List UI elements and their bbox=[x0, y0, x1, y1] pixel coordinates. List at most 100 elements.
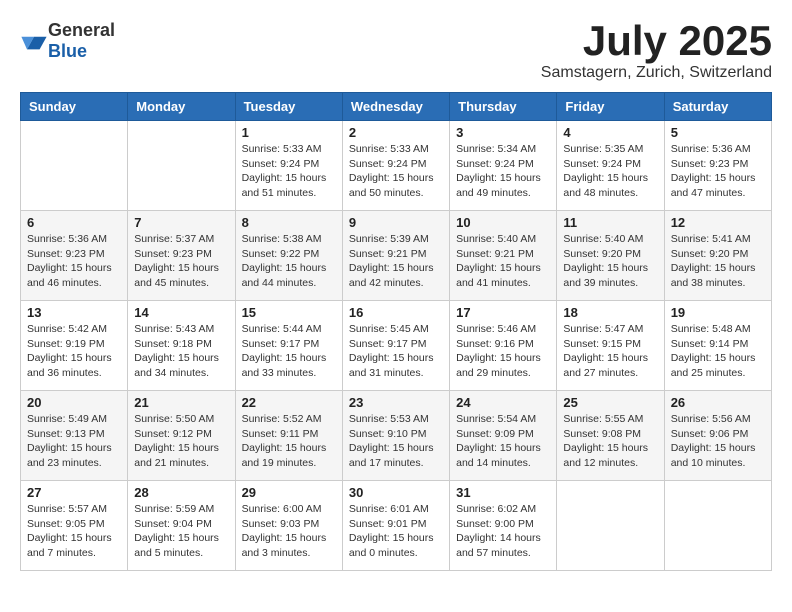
calendar-cell: 20 Sunrise: 5:49 AM Sunset: 9:13 PM Dayli… bbox=[21, 391, 128, 481]
col-tuesday: Tuesday bbox=[235, 93, 342, 121]
day-info: Sunrise: 5:40 AM Sunset: 9:21 PM Dayligh… bbox=[456, 232, 550, 291]
calendar-week-1: 1 Sunrise: 5:33 AM Sunset: 9:24 PM Daylig… bbox=[21, 121, 772, 211]
col-monday: Monday bbox=[128, 93, 235, 121]
day-info: Sunrise: 5:49 AM Sunset: 9:13 PM Dayligh… bbox=[27, 412, 121, 471]
day-info: Sunrise: 5:54 AM Sunset: 9:09 PM Dayligh… bbox=[456, 412, 550, 471]
day-info: Sunrise: 5:47 AM Sunset: 9:15 PM Dayligh… bbox=[563, 322, 657, 381]
calendar-cell: 14 Sunrise: 5:43 AM Sunset: 9:18 PM Dayli… bbox=[128, 301, 235, 391]
day-number: 17 bbox=[456, 305, 550, 320]
location-subtitle: Samstagern, Zurich, Switzerland bbox=[541, 64, 772, 82]
col-wednesday: Wednesday bbox=[342, 93, 449, 121]
day-info: Sunrise: 5:33 AM Sunset: 9:24 PM Dayligh… bbox=[349, 142, 443, 201]
calendar-cell: 9Sunrise: 5:39 AM Sunset: 9:21 PM Daylig… bbox=[342, 211, 449, 301]
day-info: Sunrise: 5:43 AM Sunset: 9:18 PM Dayligh… bbox=[134, 322, 228, 381]
day-number: 13 bbox=[27, 305, 121, 320]
day-info: Sunrise: 5:53 AM Sunset: 9:10 PM Dayligh… bbox=[349, 412, 443, 471]
day-info: Sunrise: 5:36 AM Sunset: 9:23 PM Dayligh… bbox=[27, 232, 121, 291]
day-info: Sunrise: 5:37 AM Sunset: 9:23 PM Dayligh… bbox=[134, 232, 228, 291]
calendar-cell: 10 Sunrise: 5:40 AM Sunset: 9:21 PM Dayli… bbox=[450, 211, 557, 301]
day-number: 4 bbox=[563, 125, 657, 140]
day-info: Sunrise: 5:59 AM Sunset: 9:04 PM Dayligh… bbox=[134, 502, 228, 561]
day-info: Sunrise: 5:45 AM Sunset: 9:17 PM Dayligh… bbox=[349, 322, 443, 381]
calendar-cell bbox=[128, 121, 235, 211]
logo-general: General bbox=[48, 20, 115, 40]
calendar-cell: 3 Sunrise: 5:34 AM Sunset: 9:24 PM Daylig… bbox=[450, 121, 557, 211]
day-number: 11 bbox=[563, 215, 657, 230]
day-number: 28 bbox=[134, 485, 228, 500]
day-info: Sunrise: 5:42 AM Sunset: 9:19 PM Dayligh… bbox=[27, 322, 121, 381]
day-number: 26 bbox=[671, 395, 765, 410]
calendar-cell: 28 Sunrise: 5:59 AM Sunset: 9:04 PM Dayli… bbox=[128, 481, 235, 571]
day-number: 16 bbox=[349, 305, 443, 320]
calendar-cell bbox=[21, 121, 128, 211]
day-number: 1 bbox=[242, 125, 336, 140]
calendar-cell: 21Sunrise: 5:50 AM Sunset: 9:12 PM Dayli… bbox=[128, 391, 235, 481]
day-info: Sunrise: 6:02 AM Sunset: 9:00 PM Dayligh… bbox=[456, 502, 550, 561]
day-number: 3 bbox=[456, 125, 550, 140]
calendar-week-2: 6 Sunrise: 5:36 AM Sunset: 9:23 PM Daylig… bbox=[21, 211, 772, 301]
calendar-cell: 12 Sunrise: 5:41 AM Sunset: 9:20 PM Dayli… bbox=[664, 211, 771, 301]
calendar-cell: 16 Sunrise: 5:45 AM Sunset: 9:17 PM Dayli… bbox=[342, 301, 449, 391]
day-info: Sunrise: 6:00 AM Sunset: 9:03 PM Dayligh… bbox=[242, 502, 336, 561]
day-number: 23 bbox=[349, 395, 443, 410]
calendar-cell: 29 Sunrise: 6:00 AM Sunset: 9:03 PM Dayli… bbox=[235, 481, 342, 571]
calendar-cell: 2 Sunrise: 5:33 AM Sunset: 9:24 PM Daylig… bbox=[342, 121, 449, 211]
day-info: Sunrise: 5:36 AM Sunset: 9:23 PM Dayligh… bbox=[671, 142, 765, 201]
calendar-cell: 4Sunrise: 5:35 AM Sunset: 9:24 PM Daylig… bbox=[557, 121, 664, 211]
day-info: Sunrise: 5:34 AM Sunset: 9:24 PM Dayligh… bbox=[456, 142, 550, 201]
calendar-cell: 6 Sunrise: 5:36 AM Sunset: 9:23 PM Daylig… bbox=[21, 211, 128, 301]
day-number: 15 bbox=[242, 305, 336, 320]
day-number: 12 bbox=[671, 215, 765, 230]
day-info: Sunrise: 5:38 AM Sunset: 9:22 PM Dayligh… bbox=[242, 232, 336, 291]
calendar-cell: 11 Sunrise: 5:40 AM Sunset: 9:20 PM Dayli… bbox=[557, 211, 664, 301]
day-info: Sunrise: 5:41 AM Sunset: 9:20 PM Dayligh… bbox=[671, 232, 765, 291]
day-number: 31 bbox=[456, 485, 550, 500]
day-number: 22 bbox=[242, 395, 336, 410]
day-number: 18 bbox=[563, 305, 657, 320]
calendar-week-4: 20 Sunrise: 5:49 AM Sunset: 9:13 PM Dayli… bbox=[21, 391, 772, 481]
col-sunday: Sunday bbox=[21, 93, 128, 121]
day-number: 29 bbox=[242, 485, 336, 500]
day-info: Sunrise: 5:52 AM Sunset: 9:11 PM Dayligh… bbox=[242, 412, 336, 471]
calendar-week-5: 27Sunrise: 5:57 AM Sunset: 9:05 PM Dayli… bbox=[21, 481, 772, 571]
calendar-cell: 7 Sunrise: 5:37 AM Sunset: 9:23 PM Daylig… bbox=[128, 211, 235, 301]
day-number: 20 bbox=[27, 395, 121, 410]
calendar-cell: 25Sunrise: 5:55 AM Sunset: 9:08 PM Dayli… bbox=[557, 391, 664, 481]
day-info: Sunrise: 5:33 AM Sunset: 9:24 PM Dayligh… bbox=[242, 142, 336, 201]
calendar-cell: 23 Sunrise: 5:53 AM Sunset: 9:10 PM Dayli… bbox=[342, 391, 449, 481]
day-info: Sunrise: 5:55 AM Sunset: 9:08 PM Dayligh… bbox=[563, 412, 657, 471]
day-info: Sunrise: 5:44 AM Sunset: 9:17 PM Dayligh… bbox=[242, 322, 336, 381]
day-info: Sunrise: 5:39 AM Sunset: 9:21 PM Dayligh… bbox=[349, 232, 443, 291]
calendar-cell: 1 Sunrise: 5:33 AM Sunset: 9:24 PM Daylig… bbox=[235, 121, 342, 211]
calendar-table: Sunday Monday Tuesday Wednesday Thursday… bbox=[20, 92, 772, 571]
calendar-cell: 22 Sunrise: 5:52 AM Sunset: 9:11 PM Dayli… bbox=[235, 391, 342, 481]
day-info: Sunrise: 5:40 AM Sunset: 9:20 PM Dayligh… bbox=[563, 232, 657, 291]
calendar-cell: 5 Sunrise: 5:36 AM Sunset: 9:23 PM Daylig… bbox=[664, 121, 771, 211]
day-number: 5 bbox=[671, 125, 765, 140]
day-number: 30 bbox=[349, 485, 443, 500]
calendar-cell bbox=[557, 481, 664, 571]
day-number: 14 bbox=[134, 305, 228, 320]
day-info: Sunrise: 5:48 AM Sunset: 9:14 PM Dayligh… bbox=[671, 322, 765, 381]
day-info: Sunrise: 5:46 AM Sunset: 9:16 PM Dayligh… bbox=[456, 322, 550, 381]
calendar-header-row: Sunday Monday Tuesday Wednesday Thursday… bbox=[21, 93, 772, 121]
calendar-cell: 31 Sunrise: 6:02 AM Sunset: 9:00 PM Dayli… bbox=[450, 481, 557, 571]
calendar-cell: 8Sunrise: 5:38 AM Sunset: 9:22 PM Daylig… bbox=[235, 211, 342, 301]
day-number: 2 bbox=[349, 125, 443, 140]
logo-icon bbox=[20, 27, 48, 55]
day-number: 19 bbox=[671, 305, 765, 320]
day-info: Sunrise: 5:50 AM Sunset: 9:12 PM Dayligh… bbox=[134, 412, 228, 471]
calendar-cell: 19 Sunrise: 5:48 AM Sunset: 9:14 PM Dayli… bbox=[664, 301, 771, 391]
logo: General Blue bbox=[20, 20, 115, 62]
day-info: Sunrise: 5:56 AM Sunset: 9:06 PM Dayligh… bbox=[671, 412, 765, 471]
calendar-cell: 17 Sunrise: 5:46 AM Sunset: 9:16 PM Dayli… bbox=[450, 301, 557, 391]
day-number: 6 bbox=[27, 215, 121, 230]
logo-blue: Blue bbox=[48, 41, 87, 61]
day-number: 27 bbox=[27, 485, 121, 500]
day-number: 7 bbox=[134, 215, 228, 230]
day-number: 10 bbox=[456, 215, 550, 230]
title-block: July 2025 Samstagern, Zurich, Switzerlan… bbox=[541, 20, 772, 82]
calendar-week-3: 13 Sunrise: 5:42 AM Sunset: 9:19 PM Dayli… bbox=[21, 301, 772, 391]
page-header: General Blue July 2025 Samstagern, Zuric… bbox=[20, 20, 772, 82]
calendar-cell: 26 Sunrise: 5:56 AM Sunset: 9:06 PM Dayli… bbox=[664, 391, 771, 481]
